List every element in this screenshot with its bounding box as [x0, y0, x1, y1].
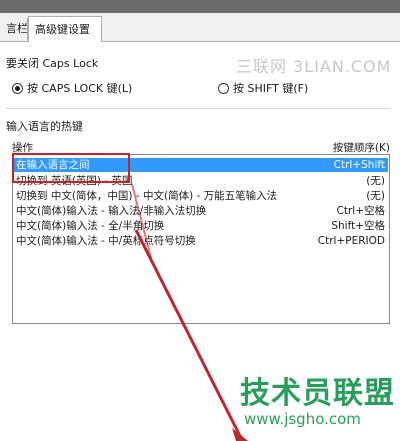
watermark-url: www.jsgho.com [244, 410, 361, 428]
watermark-logo: 技术员联盟 [240, 376, 395, 411]
